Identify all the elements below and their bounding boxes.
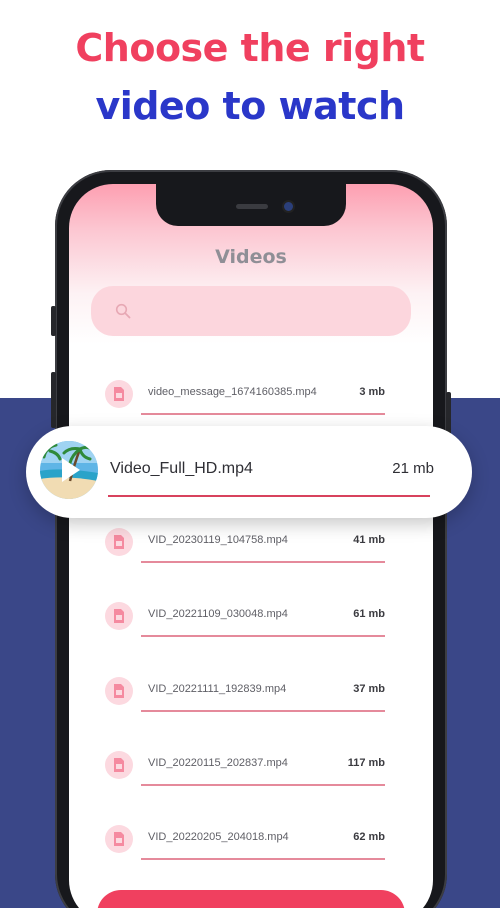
video-file-icon — [105, 825, 133, 853]
phone-notch — [156, 184, 346, 226]
list-item[interactable]: video_message_1674160385.mp4 3 mb — [105, 378, 385, 418]
phone-screen: Videos video_message_1674160385.mp4 3 mb… — [69, 184, 433, 908]
video-name: VID_20230119_104758.mp4 — [148, 534, 288, 546]
featured-video-card[interactable]: Video_Full_HD.mp4 21 mb — [26, 426, 472, 518]
search-icon[interactable] — [115, 303, 131, 319]
video-thumbnail — [40, 441, 98, 499]
video-name: VID_20221109_030048.mp4 — [148, 608, 288, 620]
row-divider — [141, 635, 385, 637]
list-item[interactable]: VID_20221109_030048.mp4 61 mb — [105, 600, 385, 640]
list-item[interactable]: VID_20220205_204018.mp4 62 mb — [105, 823, 385, 863]
video-name: VID_20220205_204018.mp4 — [148, 831, 289, 843]
list-item[interactable]: VID_20230119_104758.mp4 41 mb — [105, 526, 385, 566]
video-file-icon — [105, 602, 133, 630]
video-file-icon — [105, 528, 133, 556]
video-size: 37 mb — [353, 683, 385, 695]
row-divider — [141, 784, 385, 786]
row-divider — [141, 710, 385, 712]
row-divider — [141, 858, 385, 860]
list-item[interactable]: VID_20220115_202837.mp4 117 mb — [105, 749, 385, 789]
row-divider — [141, 561, 385, 563]
video-file-icon — [105, 751, 133, 779]
row-divider — [141, 413, 385, 415]
headline-line-2: video to watch — [95, 84, 405, 128]
headline-line-1: Choose the right — [75, 26, 425, 70]
phone-volume-up-button — [51, 372, 56, 428]
search-input[interactable] — [91, 286, 411, 336]
video-name: VID_20220115_202837.mp4 — [148, 757, 288, 769]
video-name: VID_20221111_192839.mp4 — [148, 683, 287, 695]
list-item[interactable]: VID_20221111_192839.mp4 37 mb — [105, 675, 385, 715]
video-size: 117 mb — [347, 757, 385, 769]
video-size: 3 mb — [359, 386, 385, 398]
video-file-icon — [105, 380, 133, 408]
phone-side-button — [51, 306, 56, 336]
bottom-action-bar[interactable] — [97, 890, 405, 908]
featured-divider — [108, 495, 430, 497]
page-title: Videos — [215, 246, 287, 268]
video-size: 61 mb — [353, 608, 385, 620]
featured-video-size: 21 mb — [392, 460, 434, 477]
featured-video-name: Video_Full_HD.mp4 — [110, 460, 253, 477]
video-size: 41 mb — [353, 534, 385, 546]
play-icon[interactable] — [40, 441, 98, 499]
video-size: 62 mb — [353, 831, 385, 843]
front-camera — [284, 202, 293, 211]
speaker-grille — [236, 204, 268, 209]
video-name: video_message_1674160385.mp4 — [148, 386, 317, 398]
video-file-icon — [105, 677, 133, 705]
